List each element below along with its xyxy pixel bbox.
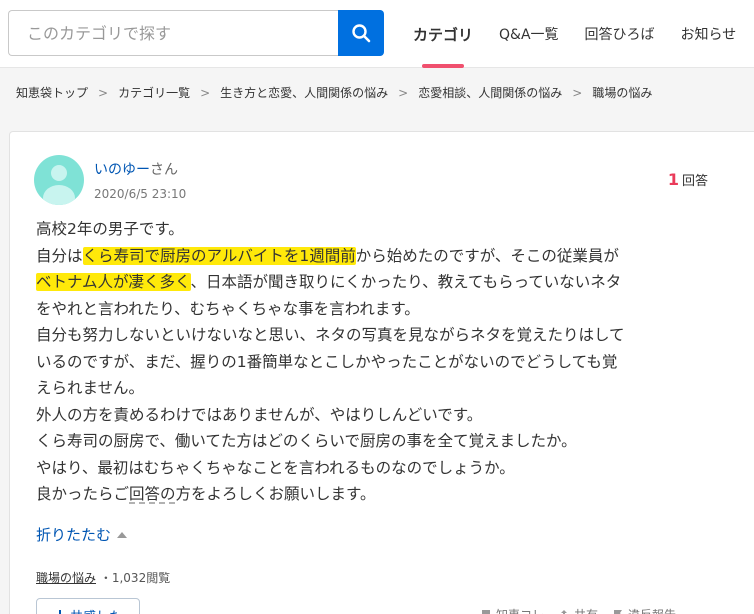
empathy-label: 共感した <box>70 606 122 614</box>
tab-answer-plaza[interactable]: 回答ひろば <box>572 0 668 68</box>
share-icon <box>561 609 568 614</box>
user-name-link[interactable]: いのゆー <box>94 162 150 178</box>
question-text: 良かったらご <box>36 485 130 503</box>
breadcrumb-item-life-love[interactable]: 生き方と恋愛、人間関係の悩み <box>220 84 388 101</box>
collection-label: 知恵コレ <box>496 606 544 614</box>
tab-category[interactable]: カテゴリ <box>400 0 486 68</box>
highlighted-text: ベトナム人が凄く多く <box>36 273 191 291</box>
breadcrumb-item-love-advice[interactable]: 恋愛相談、人間関係の悩み <box>418 84 562 101</box>
user-line: いのゆーさん <box>94 159 178 179</box>
share-label: 共有 <box>574 606 598 614</box>
question-body: 高校2年の男子です。 自分はくら寿司で厨房のアルバイトを1週間前から始めたのです… <box>36 216 716 508</box>
breadcrumb-item-workplace[interactable]: 職場の悩み <box>592 84 652 101</box>
answer-label: 回答 <box>681 174 708 189</box>
question-line: 自分も努力しないといけないなと思い、ネタの写真を見ながらネタを覚えたりはして <box>36 326 625 344</box>
question-line: 自分はくら寿司で厨房のアルバイトを1週間前から始めたのですが、そこの従業員が <box>36 243 716 270</box>
question-text: 自分は <box>36 246 83 265</box>
question-card: いのゆーさん 2020/6/5 23:10 1 回答 高校2年の男子です。 自分… <box>9 131 754 614</box>
fold-toggle[interactable]: 折りたたむ <box>36 524 128 545</box>
breadcrumb: 知恵袋トップ > カテゴリ一覧 > 生き方と恋愛、人間関係の悩み > 恋愛相談、… <box>16 84 652 101</box>
breadcrumb-separator-icon: > <box>572 85 583 100</box>
question-text: から始めたのですが、そこの従業員が <box>355 246 619 265</box>
avatar[interactable] <box>34 155 84 205</box>
question-text: 、日本語が聞き取りにくかったり、教えてもらっていないネタ <box>190 273 622 291</box>
question-line: やはり、最初はむちゃくちゃなことを言われるものなのでしょうか。 <box>36 458 515 477</box>
empathy-button[interactable]: 共感した <box>36 598 140 614</box>
bookmark-icon <box>482 609 490 614</box>
search-icon <box>352 24 371 43</box>
plus-icon <box>58 610 61 614</box>
question-line: 高校2年の男子です。 <box>36 220 184 238</box>
tab-news[interactable]: お知らせ <box>668 0 750 68</box>
breadcrumb-item-category-list[interactable]: カテゴリ一覧 <box>118 84 190 101</box>
keyword-link[interactable]: 回答の <box>129 485 176 503</box>
breadcrumb-separator-icon: > <box>398 85 409 100</box>
breadcrumb-item-top[interactable]: 知恵袋トップ <box>16 84 88 101</box>
user-suffix: さん <box>150 162 178 178</box>
post-date: 2020/6/5 23:10 <box>94 187 187 201</box>
report-button[interactable]: 違反報告 <box>612 606 676 614</box>
breadcrumb-separator-icon: > <box>98 85 109 100</box>
question-line: いるのですが、まだ、握りの1番簡単なとこしかやったことがないのでどうしても覚 <box>36 352 618 371</box>
question-line: ベトナム人が凄く多く、日本語が聞き取りにくかったり、教えてもらっていないネタ <box>36 269 716 296</box>
collection-button[interactable]: 知恵コレ <box>480 606 544 614</box>
answer-count-link[interactable]: 1 回答 <box>668 170 708 189</box>
question-line: くら寿司の厨房で、働いてた方はどのくらいで厨房の事を全て覚えましたか。 <box>36 432 577 450</box>
search-input[interactable] <box>9 11 340 55</box>
breadcrumb-separator-icon: > <box>200 85 211 100</box>
view-count: ・1,032閲覧 <box>99 571 171 585</box>
search-box <box>8 10 340 56</box>
fold-label: 折りたたむ <box>36 526 112 544</box>
question-text: 方をよろしくお願いします。 <box>175 485 376 503</box>
question-line: 外人の方を責めるわけではありませんが、やはりしんどいです。 <box>36 405 483 424</box>
question-line: をやれと言われたり、むちゃくちゃな事を言われます。 <box>36 299 420 318</box>
report-label: 違反報告 <box>628 606 676 614</box>
question-line: えられません。 <box>36 379 145 397</box>
site-header: カテゴリ Q&A一覧 回答ひろば お知らせ <box>0 0 754 68</box>
question-actions: 知恵コレ 共有 違反報告 <box>480 606 676 614</box>
tab-qa-list[interactable]: Q&A一覧 <box>486 0 572 68</box>
question-meta: 職場の悩み ・1,032閲覧 <box>36 569 170 586</box>
share-button[interactable]: 共有 <box>558 606 598 614</box>
category-link[interactable]: 職場の悩み <box>36 571 96 585</box>
answer-count: 1 <box>667 170 679 189</box>
highlighted-text: くら寿司で厨房のアルバイトを1週間前 <box>82 246 356 265</box>
chevron-up-icon <box>117 531 128 538</box>
question-line: 良かったらご回答の方をよろしくお願いします。 <box>36 481 716 508</box>
flag-icon <box>614 609 623 614</box>
search-button[interactable] <box>338 10 384 56</box>
nav-tabs: カテゴリ Q&A一覧 回答ひろば お知らせ <box>400 0 749 68</box>
